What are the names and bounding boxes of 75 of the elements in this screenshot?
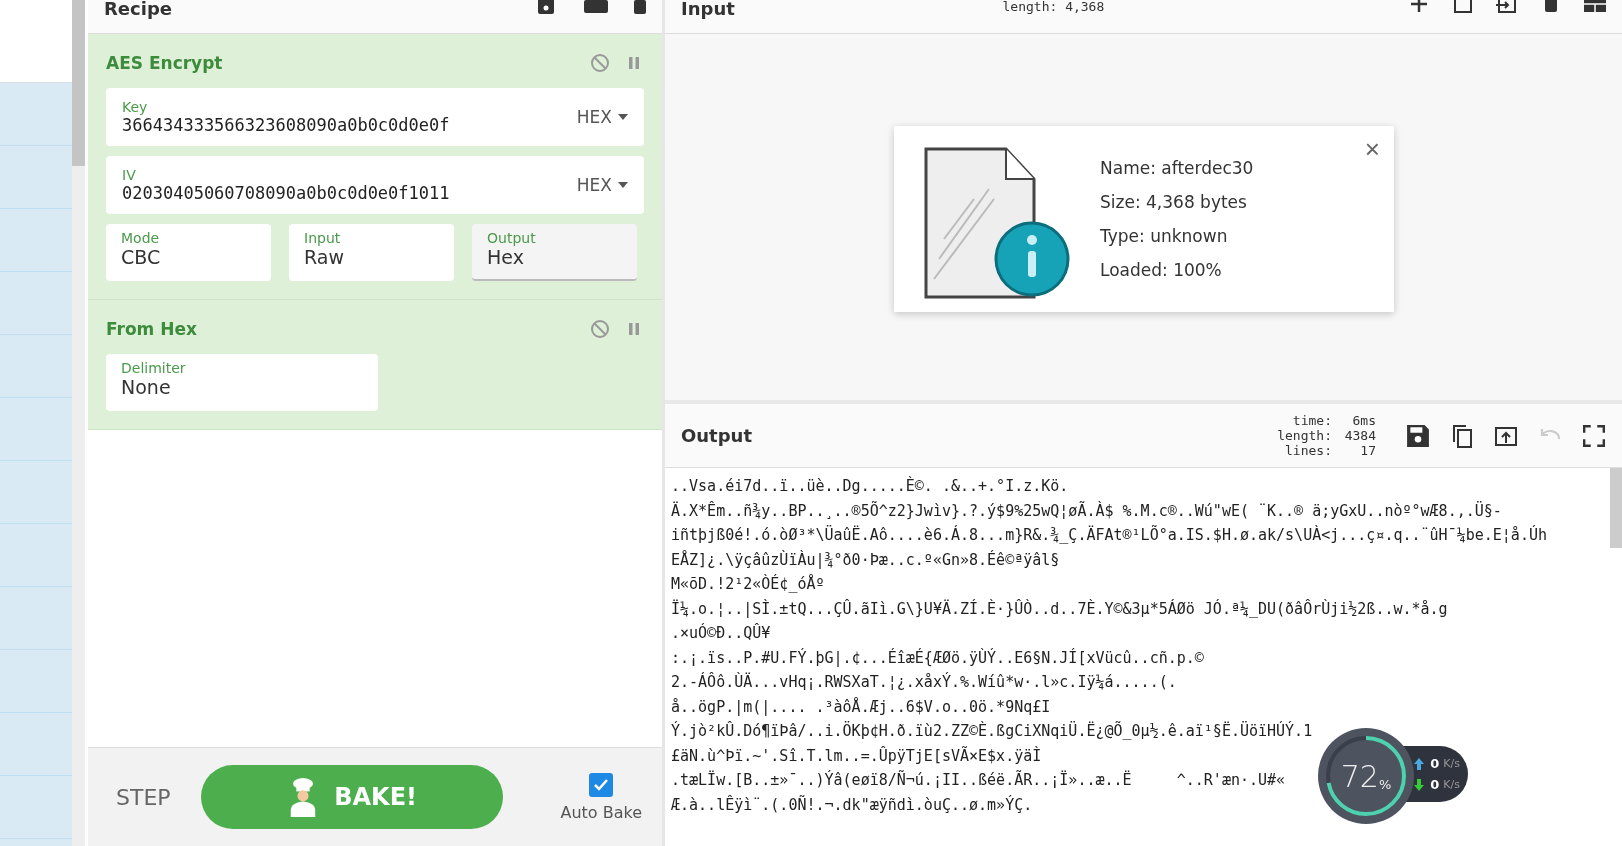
import-icon[interactable]: [1496, 0, 1518, 14]
file-info-text: Loaded: 100%: [1100, 260, 1223, 280]
folder-icon[interactable]: [584, 0, 608, 14]
output-line: .tæLÏw.[B..±»¯..)Ýâ(eøï8/Ñ¬ú.¡II..ßéë.ÃR..¡Ï»..æ..Ë ^..R'æn·.U#«: [671, 769, 1286, 791]
speed-unit: K/s: [1443, 778, 1460, 791]
usage-percent: 72: [1340, 758, 1379, 794]
percent-unit: %: [1378, 776, 1392, 792]
copy-icon[interactable]: [1450, 423, 1474, 448]
operation-title: AES Encrypt: [106, 53, 223, 73]
output-line: Ý.jò²kÛ.Dó¶ïÞâ/..i.ÖKþ¢H.ð.ïù2.ZZ©È.ßgCiXNqiÜ.Ë¿@Õ_0µ½.ê.aï¹§Ë.ÜöïHÚÝ.1: [671, 720, 1313, 742]
fullscreen-icon[interactable]: [1582, 423, 1606, 448]
auto-bake-label: Auto Bake: [560, 802, 642, 822]
output-line: £äN.ù^Þï.~'.Sî.T.lm..=.ÛpÿTjE[sVÃ×E$x.ÿäÌ: [671, 745, 1042, 767]
file-info-text: Type: unknown: [1100, 226, 1229, 246]
scrollbar[interactable]: [1610, 468, 1622, 548]
stat-value: 17: [1359, 443, 1376, 458]
field-value: 02030405060708090a0b0c0d0e0f1011: [122, 183, 451, 203]
select-field[interactable]: Input Raw: [289, 224, 454, 281]
caret-icon: [618, 114, 628, 120]
format-dropdown[interactable]: HEX: [576, 107, 628, 127]
output-line: Ä.X*Êm..ñ¾y..BP..¸..®5Õ^z2}Jwìv}.?.ý$9%25wQ¦øÃ.À$ %.M.c®..Wú"wE( ¨K..® ä;yGxU..nòº°wÆ8.,.Ü§-: [671, 500, 1502, 522]
speed-value: 0: [1430, 756, 1440, 771]
plus-icon[interactable]: [1408, 0, 1430, 14]
output-line: iñtþjß0é!.ó.òØ³*\ÜaûË.Aô....è6.Á.8...m}R&.¾_Ç.ÄFAt®¹LÕ°a.IS.$H.ø.ak/s\UÀ<j...ç¤.q..¨ûH¯¼be.E¦å.Úh: [671, 524, 1547, 546]
input-area[interactable]: Name: afterdec30 Size: 4,368 bytes Type: unknown Loaded: 100% ×: [665, 34, 1622, 400]
operation-title: From Hex: [106, 319, 197, 339]
stat-value: 4384: [1343, 428, 1376, 443]
field-label: Input: [304, 230, 342, 246]
stat-label: time:: [1292, 413, 1332, 428]
field-label: IV: [122, 167, 137, 183]
step-button[interactable]: STEP: [116, 784, 171, 810]
output-line: EÅZ]¿.\ÿçâûzÙïÀu|¾°ð0·Þæ..c.º«Gn»8.Éê©ªÿâl§: [671, 549, 1060, 571]
speed-value: 0: [1430, 777, 1440, 792]
close-button[interactable]: ×: [1364, 136, 1380, 162]
select-field[interactable]: Delimiter None: [106, 354, 378, 411]
caret-icon: [618, 182, 628, 188]
select-field[interactable]: Output Hex: [472, 224, 637, 281]
output-line: Æ.à..lÊÿì¨.(.0Ñ!.¬.dk"æÿñdì.òuÇ..ø.m»ÝÇ.: [671, 794, 1033, 816]
upload-arrow-icon: [1414, 757, 1424, 770]
output-line: å..ögP.|m(|.... .³àôÅ.Æj..6$V.o..0ö.*9Nq£I: [671, 696, 1051, 718]
field-value: None: [121, 376, 172, 398]
recipe-title: Recipe: [104, 0, 172, 18]
output-line: M«õD.!2¹2«ÒÉ¢_óÅº: [671, 573, 825, 595]
scrollbar[interactable]: [72, 0, 85, 846]
layout-icon[interactable]: [1584, 0, 1606, 14]
field-label: Output: [487, 230, 537, 246]
output-line: .×uÓ©Ð..QÛ¥: [671, 622, 771, 644]
output-title: Output: [681, 426, 753, 445]
stat-value: 6ms: [1351, 413, 1376, 428]
speed-unit: K/s: [1443, 757, 1460, 770]
stat-label: length:: [1277, 428, 1332, 443]
stat-label: lines:: [1285, 443, 1332, 458]
auto-bake-checkbox[interactable]: [589, 772, 614, 797]
output-line: Ï¼.o.¦..|SÌ.±tQ...ÇÛ.ãIì.G\}U¥Ä.ZÍ.È·}ÛÒ..d..7È.Y©&3µ*5ÁØö JÓ.ª¼_DU(ðâÔrÙji½2ß..w.*å.g: [671, 598, 1448, 620]
file-info-text: Size: 4,368 bytes: [1100, 192, 1248, 212]
field-value: CBC: [121, 246, 162, 268]
output-line: 2.-ÁÔô.ÙÄ...vHq¡.RWSXaT.¦¿.xåxÝ.%.Wíû*w·.l»c.Iÿ¼á.....(.: [671, 671, 1177, 693]
field-label: Key: [122, 99, 149, 115]
output-line: :.¡.ïs..P.#U.FÝ.þG|.¢...ÉîæÉ{ÆØö.ÿÙÝ..E6§N.JÍ[xVücû..cñ.p.©: [671, 647, 1204, 669]
download-arrow-icon: [1414, 778, 1424, 791]
input-title: Input: [681, 0, 735, 18]
select-field[interactable]: Mode CBC: [106, 224, 271, 281]
hex-input-field[interactable]: Key 366434333566323608090a0b0c0d0e0f HEX: [106, 88, 644, 146]
hex-input-field[interactable]: IV 02030405060708090a0b0c0d0e0f1011 HEX: [106, 156, 644, 214]
save-icon[interactable]: [1406, 423, 1430, 448]
field-label: Delimiter: [121, 360, 187, 376]
output-line: ..Vsa.éi7d..ï..üè..Dg.....È©. .&..+.°I.z.Kö.: [671, 475, 1069, 497]
input-length: length: 4,368: [1002, 0, 1105, 13]
field-value: Raw: [304, 246, 345, 268]
field-value: 366434333566323608090a0b0c0d0e0f: [122, 115, 451, 135]
field-value: Hex: [487, 246, 525, 268]
format-dropdown[interactable]: HEX: [576, 175, 628, 195]
field-label: Mode: [121, 230, 161, 246]
file-info-text: Name: afterdec30: [1100, 158, 1254, 178]
window-icon[interactable]: [1452, 0, 1474, 14]
